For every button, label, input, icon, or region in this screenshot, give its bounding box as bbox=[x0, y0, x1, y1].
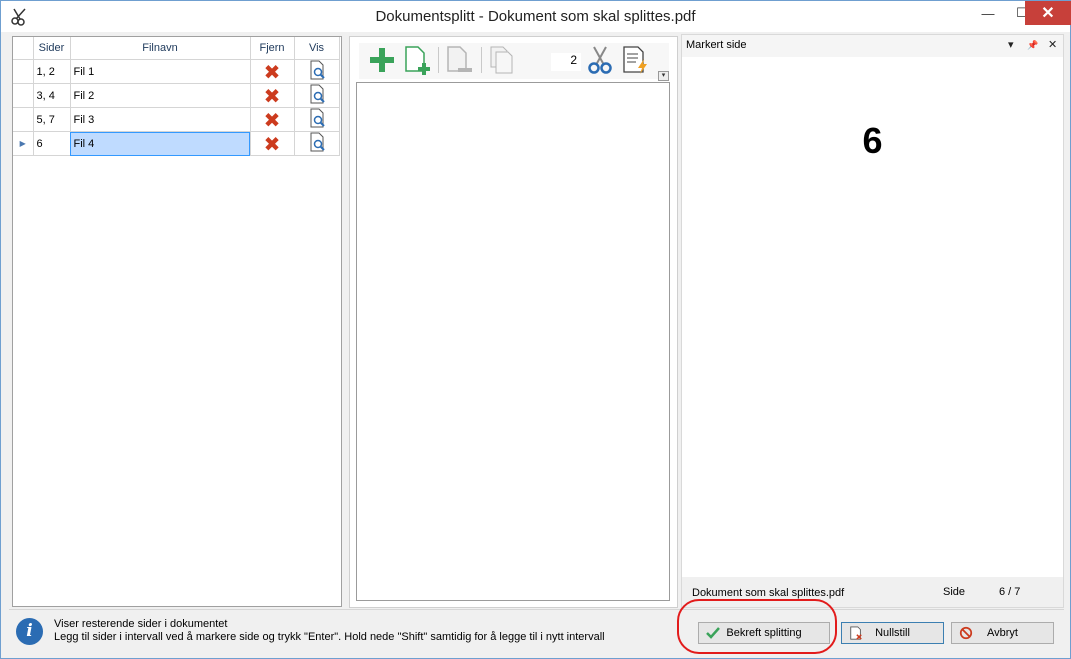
remove-page-icon[interactable] bbox=[444, 45, 474, 75]
side-label: Side bbox=[943, 586, 966, 598]
dialog-window: Dokumentsplitt - Dokument som skal split… bbox=[0, 0, 1071, 659]
panel-title: Markert side bbox=[686, 39, 747, 51]
reset-label: Nullstill bbox=[875, 627, 910, 639]
side-counter: 6 / 7 bbox=[999, 586, 1021, 598]
page-number-preview: 6 bbox=[862, 120, 883, 161]
minimize-button[interactable]: — bbox=[971, 1, 1005, 25]
column-header-filnavn[interactable]: Filnavn bbox=[70, 37, 251, 60]
table-row-selected[interactable]: ▶ 6 Fil 4 ✖ bbox=[13, 131, 340, 156]
close-button[interactable]: ✕ bbox=[1025, 1, 1071, 25]
divider bbox=[9, 609, 1064, 610]
view-cell[interactable] bbox=[294, 107, 340, 132]
table-row[interactable]: 3, 4 Fil 2 ✖ bbox=[13, 83, 340, 108]
panel-menu-icon[interactable]: ▾ bbox=[1008, 38, 1014, 51]
document-name: Dokument som skal splittes.pdf bbox=[692, 587, 845, 599]
pin-icon[interactable]: 📌 bbox=[1027, 40, 1038, 51]
cancel-button[interactable]: Avbryt bbox=[951, 622, 1054, 644]
view-cell[interactable] bbox=[294, 131, 340, 156]
column-header-vis[interactable]: Vis bbox=[294, 37, 340, 60]
view-cell[interactable] bbox=[294, 59, 340, 84]
remove-x-icon[interactable]: ✖ bbox=[264, 108, 281, 131]
table-row[interactable]: 1, 2 Fil 1 ✖ bbox=[13, 59, 340, 84]
remove-cell[interactable]: ✖ bbox=[250, 107, 295, 132]
filename-cell[interactable]: Fil 4 bbox=[70, 131, 251, 156]
title-bar: Dokumentsplitt - Dokument som skal split… bbox=[1, 1, 1071, 32]
add-icon[interactable] bbox=[367, 45, 397, 75]
remove-x-icon[interactable]: ✖ bbox=[264, 60, 281, 83]
auto-split-icon[interactable] bbox=[621, 45, 651, 75]
pages-cell[interactable]: 6 bbox=[33, 131, 71, 156]
remove-cell[interactable]: ✖ bbox=[250, 59, 295, 84]
split-intervals-grid: Sider Filnavn Fjern Vis 1, 2 Fil 1 ✖ 3, … bbox=[12, 36, 342, 607]
add-document-icon[interactable] bbox=[402, 45, 432, 75]
page-thumbnail-area[interactable] bbox=[356, 82, 670, 601]
info-icon: i bbox=[16, 618, 43, 645]
grid-header-row: Sider Filnavn Fjern Vis bbox=[13, 37, 340, 60]
remove-cell[interactable]: ✖ bbox=[250, 131, 295, 156]
pages-cell[interactable]: 1, 2 bbox=[33, 59, 71, 84]
table-row[interactable]: 5, 7 Fil 3 ✖ bbox=[13, 107, 340, 132]
filename-cell[interactable]: Fil 3 bbox=[70, 107, 251, 132]
info-text-line2: Legg til sider i intervall ved å markere… bbox=[54, 631, 605, 643]
cancel-label: Avbryt bbox=[987, 627, 1018, 639]
column-header-fjern[interactable]: Fjern bbox=[250, 37, 295, 60]
row-indicator[interactable] bbox=[13, 59, 34, 84]
window-title: Dokumentsplitt - Dokument som skal split… bbox=[375, 8, 696, 25]
row-indicator[interactable] bbox=[13, 83, 34, 108]
highlight-annotation-ellipse bbox=[677, 599, 837, 654]
info-text-line1: Viser resterende sider i dokumentet bbox=[54, 618, 228, 630]
filename-cell[interactable]: Fil 1 bbox=[70, 59, 251, 84]
column-header-sider[interactable]: Sider bbox=[33, 37, 71, 60]
toolbar-separator bbox=[481, 47, 482, 73]
copy-pages-icon[interactable] bbox=[487, 45, 517, 75]
remove-x-icon[interactable]: ✖ bbox=[264, 84, 281, 107]
pages-cell[interactable]: 3, 4 bbox=[33, 83, 71, 108]
document-preview-icon[interactable] bbox=[308, 108, 326, 128]
toolbar-overflow-button[interactable]: ▾ bbox=[658, 71, 669, 81]
document-preview-icon[interactable] bbox=[308, 84, 326, 104]
panel-header: Markert side ▾ 📌 ✕ bbox=[682, 35, 1063, 57]
filename-cell[interactable]: Fil 2 bbox=[70, 83, 251, 108]
view-cell[interactable] bbox=[294, 83, 340, 108]
pages-toolbar: 2 ▾ bbox=[359, 43, 669, 81]
pages-cell[interactable]: 5, 7 bbox=[33, 107, 71, 132]
remove-x-icon[interactable]: ✖ bbox=[264, 132, 281, 155]
document-preview-icon[interactable] bbox=[308, 132, 326, 152]
pages-panel: 2 ▾ bbox=[349, 36, 678, 608]
reset-button[interactable]: Nullstill bbox=[841, 622, 944, 644]
row-indicator-header bbox=[13, 37, 34, 60]
toolbar-separator bbox=[438, 47, 439, 73]
row-indicator[interactable] bbox=[13, 107, 34, 132]
panel-close-icon[interactable]: ✕ bbox=[1048, 38, 1057, 51]
selected-page-panel: Markert side ▾ 📌 ✕ 6 Dokument som skal s… bbox=[681, 34, 1064, 608]
interval-count-field[interactable]: 2 bbox=[551, 53, 581, 71]
scissors-icon[interactable] bbox=[585, 45, 615, 75]
remove-cell[interactable]: ✖ bbox=[250, 83, 295, 108]
row-indicator[interactable]: ▶ bbox=[13, 131, 34, 156]
document-preview-icon[interactable] bbox=[308, 60, 326, 80]
